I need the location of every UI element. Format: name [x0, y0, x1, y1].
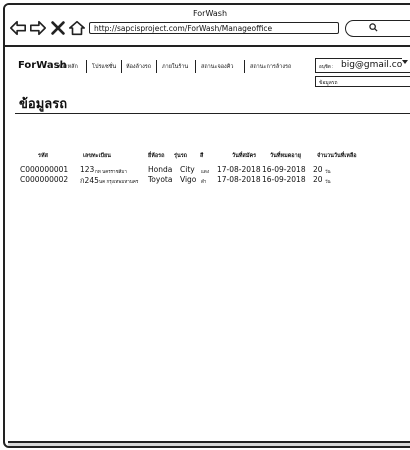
column-header: รุ่นรถ: [174, 153, 187, 159]
search-field[interactable]: [345, 20, 410, 37]
browser-toolbar: ForWash http://sapcisproject.com/ForWash…: [5, 5, 410, 47]
nav-item-wash-status[interactable]: สถานะการล้างรถ: [250, 63, 291, 71]
nav-divider: [195, 60, 196, 73]
column-header: เลขทะเบียน: [83, 153, 111, 159]
cell-days-left: 20: [313, 175, 323, 184]
cell-model: City: [180, 165, 195, 174]
status-bar: [8, 441, 410, 446]
nav-item-home[interactable]: หน้าหลัก: [57, 63, 78, 71]
cell-color: แดง: [201, 170, 210, 175]
cell-plate-number: ก245: [80, 176, 99, 185]
cell-brand: Toyota: [148, 175, 173, 184]
cell-id: C000000002: [20, 175, 69, 184]
chevron-down-icon[interactable]: [402, 55, 410, 70]
nav-divider: [156, 60, 157, 73]
title-divider: [15, 113, 410, 114]
window-title: ForWash: [192, 9, 228, 18]
cell-plate-province: กท นครราชสีมา: [95, 170, 127, 175]
user-dropdown-menu: ข้อมูลรถ: [315, 76, 410, 87]
cell-brand: Honda: [148, 165, 173, 174]
nav-item-wash-room[interactable]: ห้องล้างรถ: [126, 63, 151, 71]
nav-divider: [86, 60, 87, 73]
column-header: วันที่สมัคร: [232, 153, 257, 159]
cell-days-left: 20: [313, 165, 323, 174]
cell-color: ดำ: [201, 180, 207, 185]
back-arrow-icon[interactable]: [9, 18, 27, 38]
dropdown-item-car-info[interactable]: ข้อมูลรถ: [319, 79, 338, 87]
column-header: วันที่หมดอายุ: [270, 153, 301, 159]
search-icon: [369, 23, 378, 32]
address-bar[interactable]: http://sapcisproject.com/ForWash/Manageo…: [89, 22, 339, 34]
nav-divider: [244, 60, 245, 73]
nav-item-in-store[interactable]: ภายในร้าน: [162, 63, 188, 71]
cell-days-unit: วัน: [325, 180, 331, 185]
cell-id: C000000001: [20, 165, 69, 174]
close-icon[interactable]: [49, 18, 67, 38]
cell-plate-province: นค กรุงเทพมหานคร: [99, 180, 139, 185]
page-title: ข้อมูลรถ: [19, 97, 68, 112]
column-header: สี: [200, 153, 204, 159]
cell-days-unit: วัน: [325, 170, 331, 175]
cell-end-date: 16-09-2018: [262, 165, 306, 174]
forward-arrow-icon[interactable]: [29, 18, 47, 38]
nav-item-promotion[interactable]: โปรแซชั่น: [92, 63, 116, 71]
user-name-label: อนุชิต :: [319, 64, 334, 69]
cell-plate-number: 123: [80, 165, 95, 174]
cell-start-date: 17-08-2018: [217, 165, 261, 174]
site-navbar: ForWash หน้าหลัก โปรแซชั่น ห้องล้างรถ ภา…: [5, 55, 410, 77]
browser-window: ForWash http://sapcisproject.com/ForWash…: [3, 3, 410, 448]
user-email: big@gmail.com: [341, 60, 410, 70]
nav-item-queue-status[interactable]: สถานะจองคิว: [201, 63, 233, 71]
user-menu[interactable]: อนุชิต : big@gmail.com: [315, 58, 410, 73]
nav-divider: [121, 60, 122, 73]
home-icon[interactable]: [68, 18, 86, 38]
cell-model: Vigo: [180, 175, 197, 184]
column-header: จำนวนวันที่เหลือ: [317, 153, 357, 159]
cell-start-date: 17-08-2018: [217, 175, 261, 184]
column-header: รหัส: [38, 153, 48, 159]
cell-end-date: 16-09-2018: [262, 175, 306, 184]
column-header: ยี่ห้อรถ: [148, 153, 165, 159]
